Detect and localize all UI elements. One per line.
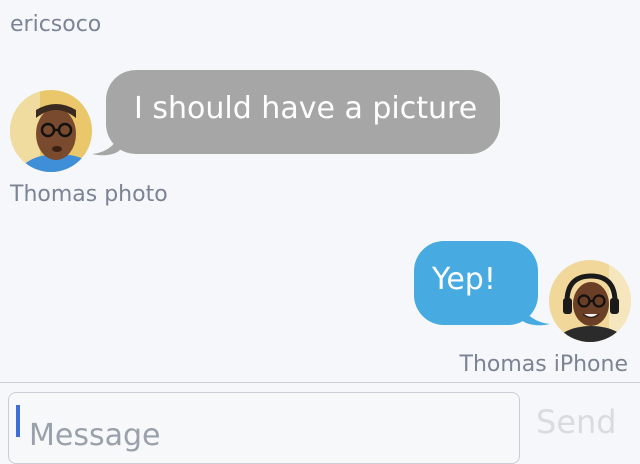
chat-thread: ericsoco I should have a picture Thomas …	[0, 0, 640, 382]
message-text: Yep!	[432, 262, 496, 297]
sender-name: ericsoco	[10, 12, 102, 37]
message-bubble-outgoing: Yep!	[414, 241, 538, 325]
message-input[interactable]	[8, 392, 520, 464]
thomas-iphone-avatar[interactable]	[549, 260, 631, 342]
message-text: I should have a picture	[134, 91, 478, 126]
message-composer: Send	[0, 382, 640, 464]
avatar-photo-image	[10, 90, 92, 172]
send-button[interactable]: Send	[536, 403, 617, 441]
sender-name: Thomas photo	[10, 182, 168, 207]
thomas-photo-avatar[interactable]	[10, 90, 92, 172]
message-bubble-incoming: I should have a picture	[106, 70, 500, 154]
sender-name: Thomas iPhone	[459, 352, 628, 377]
avatar-photo-image	[549, 260, 631, 342]
text-caret	[16, 405, 20, 437]
